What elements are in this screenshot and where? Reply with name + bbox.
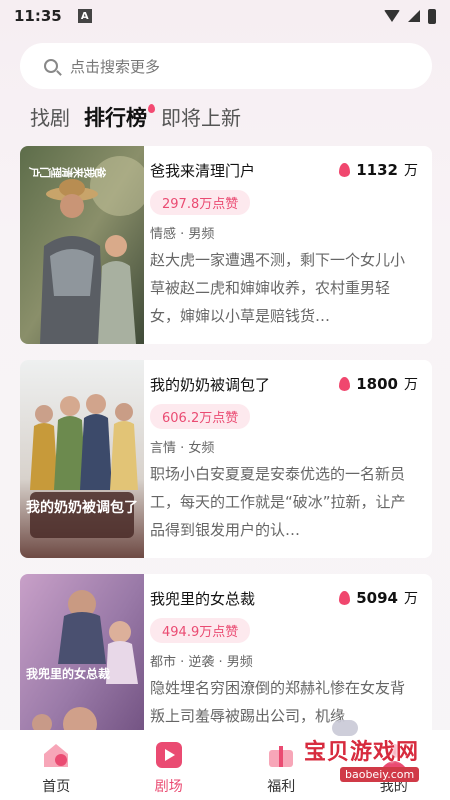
search-placeholder: 点击搜索更多	[70, 57, 161, 76]
status-bar: 11:35 A	[0, 0, 450, 32]
tab-find-drama[interactable]: 找剧	[30, 102, 70, 131]
heat-unit: 万	[404, 163, 418, 179]
drama-card[interactable]: 我的奶奶被调包了 我的奶奶被调包了 1800 万 606.2万点赞 言情 · 女…	[20, 360, 432, 558]
heat-value: 5094	[356, 589, 398, 607]
drama-card[interactable]: 爸我来清理门户 爸我来清理门户 1132 万 297.8万点赞 情感 · 男频 …	[20, 146, 432, 344]
nav-home-label: 首页	[42, 779, 71, 795]
drama-tags: 言情 · 女频	[150, 441, 215, 456]
theater-icon	[155, 742, 182, 768]
cover-title-text: 我的奶奶被调包了	[26, 499, 138, 516]
drama-title: 我的奶奶被调包了	[150, 376, 271, 394]
battery-icon	[428, 8, 436, 24]
drama-cover-image: 爸我来清理门户	[20, 146, 144, 344]
nav-home[interactable]: 首页	[16, 740, 96, 796]
app-notification-icon: A	[77, 9, 92, 23]
heat-score: 1132 万	[339, 160, 418, 180]
drama-tags: 都市 · 逆袭 · 男频	[150, 655, 253, 670]
home-icon	[44, 744, 69, 767]
nav-theater-label: 剧场	[154, 779, 183, 795]
drama-description: 赵大虎一家遭遇不测，剩下一个女儿小草被赵二虎和婶婶收养，农村重男轻女，婶婶以小草…	[150, 251, 406, 325]
drama-cover-image: 我的奶奶被调包了	[20, 360, 144, 558]
search-input[interactable]: 点击搜索更多	[20, 43, 432, 89]
heat-value: 1800	[356, 375, 398, 393]
heat-value: 1132	[356, 161, 398, 179]
likes-badge: 606.2万点赞	[150, 404, 251, 429]
drama-tags: 情感 · 男频	[150, 227, 215, 242]
flame-icon	[339, 591, 351, 605]
tab-ranking[interactable]: 排行榜	[84, 102, 155, 132]
drama-description: 职场小白安夏夏是安泰优选的一名新员工，每天的工作就是“破冰”拉新，让产品得到银发…	[150, 465, 406, 539]
status-time: 11:35	[14, 7, 62, 25]
drama-title: 我兜里的女总裁	[150, 590, 256, 608]
signal-icon	[408, 10, 420, 22]
flame-icon	[339, 163, 351, 177]
site-watermark: 宝贝游戏网 baobeiy.com	[282, 720, 442, 790]
wifi-icon	[384, 10, 400, 22]
tab-coming-soon[interactable]: 即将上新	[161, 102, 241, 131]
heat-score: 1800 万	[339, 374, 418, 394]
heat-score: 5094 万	[339, 588, 418, 608]
active-tab-indicator-icon	[148, 104, 155, 113]
cover-title-text: 爸我来清理门户	[28, 166, 107, 180]
tab-ranking-label: 排行榜	[84, 106, 147, 130]
heat-unit: 万	[404, 377, 418, 393]
cover-title-text: 我兜里的女总裁	[26, 666, 110, 681]
likes-badge: 297.8万点赞	[150, 190, 251, 215]
watermark-text: 宝贝游戏网	[304, 740, 420, 765]
likes-badge: 494.9万点赞	[150, 618, 251, 643]
flame-icon	[339, 377, 351, 391]
nav-theater[interactable]: 剧场	[129, 740, 209, 796]
search-icon	[44, 59, 58, 73]
drama-title: 爸我来清理门户	[150, 162, 256, 180]
status-icons	[384, 8, 436, 24]
category-tabs: 找剧 排行榜 即将上新	[30, 102, 241, 132]
watermark-url: baobeiy.com	[340, 767, 420, 782]
heat-unit: 万	[404, 591, 418, 607]
